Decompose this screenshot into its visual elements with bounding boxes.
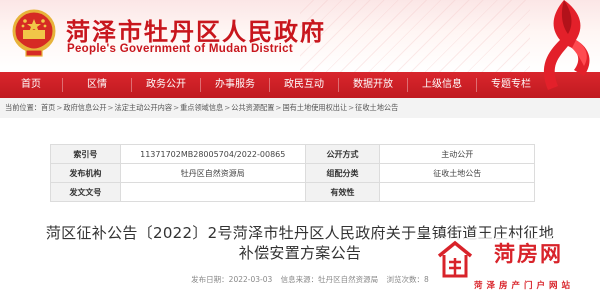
nav-district-info[interactable]: 区情 (63, 72, 131, 98)
breadcrumb-prefix: 当前位置： (5, 103, 41, 112)
national-emblem-icon (12, 9, 56, 57)
watermark-subtext: 菏泽房产门户网站 (474, 281, 575, 291)
breadcrumb-separator: > (224, 103, 231, 112)
table-row: 发布机构 牡丹区自然资源局 组配分类 征收土地公告 (50, 163, 535, 183)
meta-label-validity: 有效性 (304, 182, 381, 202)
breadcrumb: 当前位置：首页>政府信息公开>法定主动公开内容>重点领域信息>公共资源配置>国有… (5, 101, 398, 115)
meta-label-category: 组配分类 (304, 163, 381, 183)
breadcrumb-separator: > (56, 103, 63, 112)
publish-date: 发布日期：2022-03-03 (191, 275, 273, 284)
breadcrumb-separator: > (275, 103, 282, 112)
article-meta: 发布日期：2022-03-03 信息来源：牡丹区自然资源局 浏览次数：8 (160, 274, 460, 285)
watermark-logo-text: 菏房网 (494, 242, 563, 266)
view-count: 浏览次数：8 (386, 275, 429, 284)
nav-services[interactable]: 办事服务 (201, 72, 269, 98)
meta-label-disclosure: 公开方式 (304, 144, 381, 164)
info-source: 信息来源：牡丹区自然资源局 (280, 275, 379, 284)
nav-home[interactable]: 首页 (0, 72, 62, 98)
breadcrumb-link[interactable]: 公共资源配置 (231, 103, 274, 112)
table-row: 索引号 11371702MB28005704/2022-00865 公开方式 主… (50, 144, 535, 164)
meta-value-disclosure: 主动公开 (379, 144, 535, 164)
site-header: 菏泽市牡丹区人民政府 People's Government of Mudan … (0, 0, 600, 72)
breadcrumb-link[interactable]: 国有土地使用权出让 (282, 103, 347, 112)
header-pattern (300, 0, 530, 72)
breadcrumb-link[interactable]: 首页 (41, 103, 55, 112)
meta-value-doc-number (119, 182, 306, 202)
meta-value-category: 征收土地公告 (379, 163, 535, 183)
breadcrumb-separator: > (107, 103, 114, 112)
meta-label-index: 索引号 (50, 144, 121, 164)
breadcrumb-link[interactable]: 重点领域信息 (180, 103, 223, 112)
meta-value-publisher: 牡丹区自然资源局 (119, 163, 306, 183)
main-nav: 首页 区情 政务公开 办事服务 政民互动 数据开放 上级信息 专题专栏 (0, 72, 600, 98)
breadcrumb-link[interactable]: 政府信息公开 (63, 103, 106, 112)
meta-value-validity (379, 182, 535, 202)
breadcrumb-link[interactable]: 法定主动公开内容 (115, 103, 173, 112)
breadcrumb-current[interactable]: 征收土地公告 (355, 103, 398, 112)
nav-superior-info[interactable]: 上级信息 (408, 72, 476, 98)
nav-gov-affairs[interactable]: 政务公开 (132, 72, 200, 98)
meta-label-doc-number: 发文文号 (50, 182, 121, 202)
breadcrumb-separator: > (348, 103, 355, 112)
site-title: 菏泽市牡丹区人民政府 (66, 18, 326, 46)
table-row: 发文文号 有效性 (50, 182, 535, 202)
meta-label-publisher: 发布机构 (50, 163, 121, 183)
nav-open-data[interactable]: 数据开放 (339, 72, 407, 98)
breadcrumb-separator: > (173, 103, 180, 112)
house-logo-icon (437, 240, 473, 278)
red-ribbon-sculpture-icon (543, 0, 590, 90)
document-meta-table: 索引号 11371702MB28005704/2022-00865 公开方式 主… (50, 144, 535, 202)
nav-interaction[interactable]: 政民互动 (270, 72, 338, 98)
site-subtitle: People's Government of Mudan District (67, 43, 293, 55)
meta-value-index: 11371702MB28005704/2022-00865 (119, 144, 306, 164)
